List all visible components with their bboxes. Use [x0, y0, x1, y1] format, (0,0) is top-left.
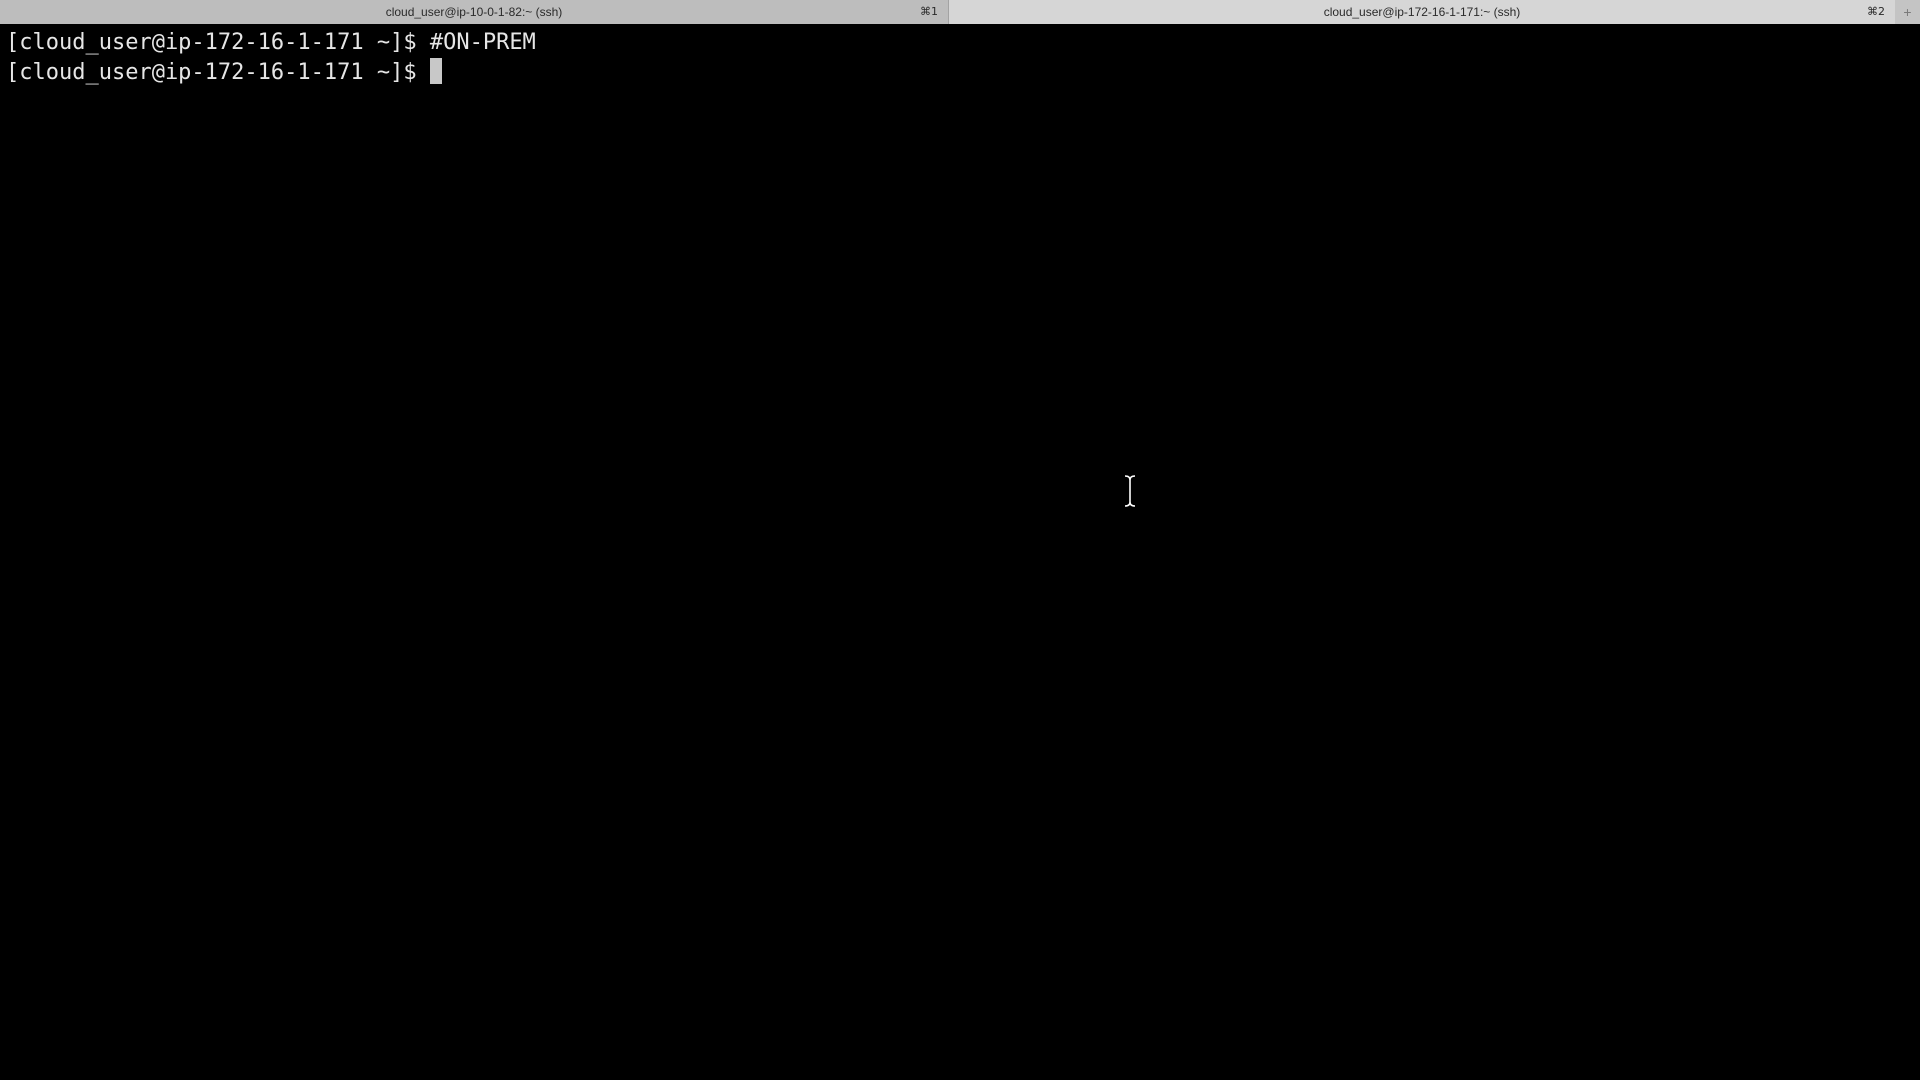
tab-bar: cloud_user@ip-10-0-1-82:~ (ssh) ⌘1 cloud… [0, 0, 1920, 24]
terminal-cursor [429, 58, 442, 84]
ibeam-pointer-icon [1124, 474, 1136, 508]
terminal-line: [cloud_user@ip-172-16-1-171 ~]$ [6, 58, 1920, 88]
new-tab-button[interactable]: + [1895, 0, 1920, 24]
tab-ssh-172-16-1-171[interactable]: cloud_user@ip-172-16-1-171:~ (ssh) ⌘2 [949, 0, 1895, 24]
terminal-output[interactable]: [cloud_user@ip-172-16-1-171 ~]$ #ON-PREM… [0, 24, 1920, 1080]
tab-title: cloud_user@ip-10-0-1-82:~ (ssh) [385, 5, 563, 19]
tab-ssh-10-0-1-82[interactable]: cloud_user@ip-10-0-1-82:~ (ssh) ⌘1 [0, 0, 949, 24]
tab-shortcut: ⌘1 [920, 5, 938, 18]
tab-title: cloud_user@ip-172-16-1-171:~ (ssh) [1323, 5, 1521, 19]
tab-shortcut: ⌘2 [1867, 5, 1885, 18]
terminal-line: [cloud_user@ip-172-16-1-171 ~]$ #ON-PREM [6, 30, 536, 55]
